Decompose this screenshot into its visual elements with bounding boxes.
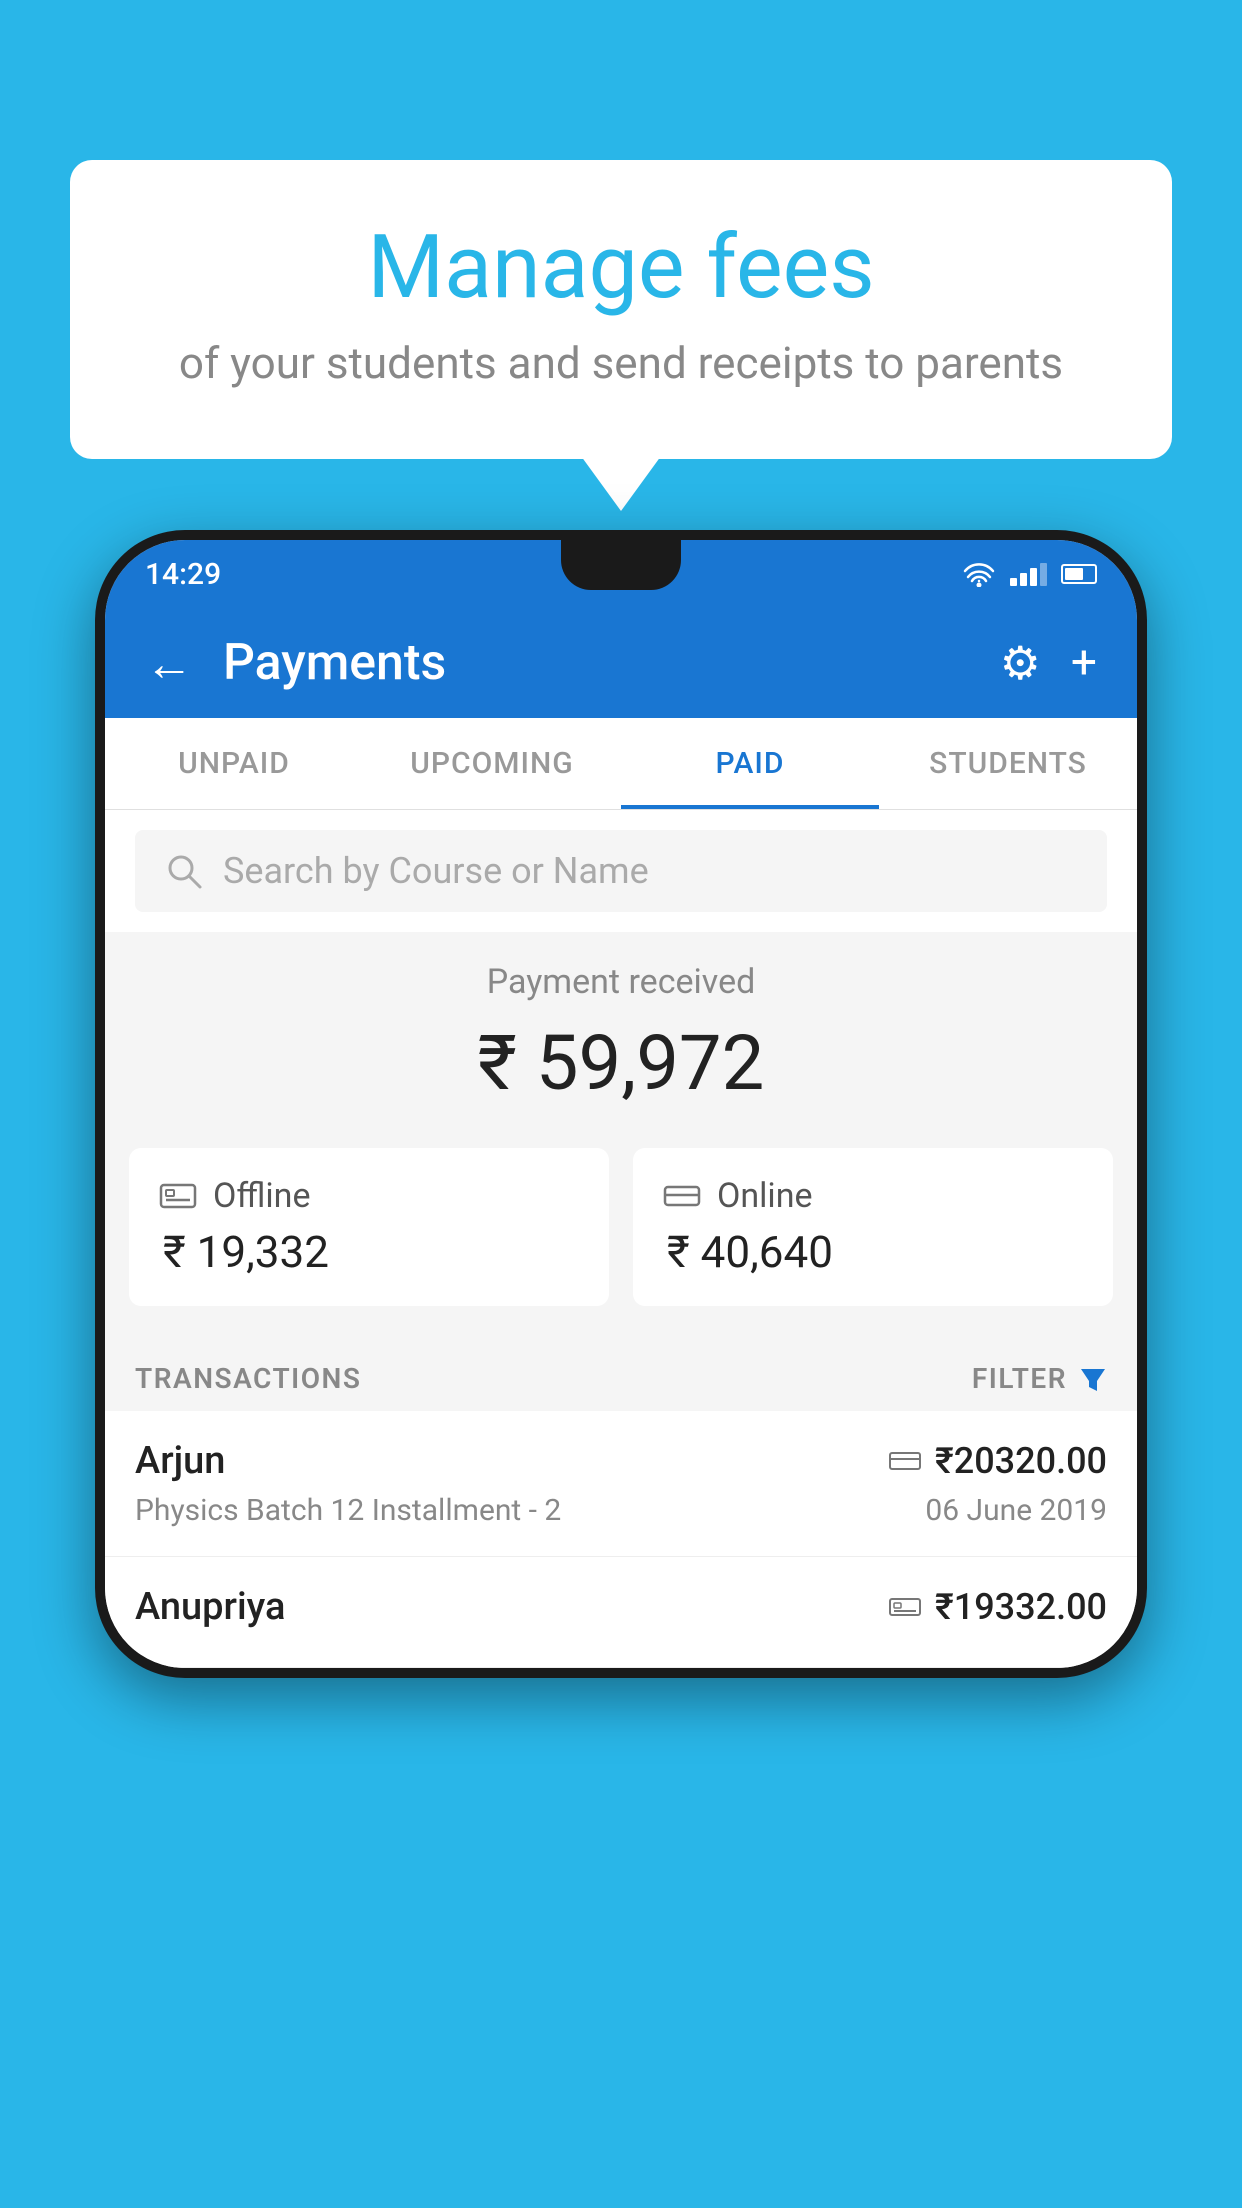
phone-wrapper: 14:29 [95,530,1147,1678]
offline-label: Offline [213,1176,310,1216]
filter-label: FILTER [972,1362,1067,1395]
online-pay-icon [889,1450,921,1472]
payment-cards: Offline ₹ 19,332 Online ₹ 40,640 [105,1148,1137,1342]
payment-summary: Payment received ₹ 59,972 [105,932,1137,1148]
transactions-header: TRANSACTIONS FILTER [105,1342,1137,1411]
tabs-bar: UNPAID UPCOMING PAID STUDENTS [105,718,1137,810]
transaction-desc: Physics Batch 12 Installment - 2 [135,1493,561,1528]
search-bar[interactable]: Search by Course or Name [135,830,1107,912]
filter-icon [1079,1365,1107,1393]
status-icons [962,561,1097,587]
transaction-top: Arjun ₹20320.00 [135,1439,1107,1483]
battery-icon [1061,564,1097,584]
transaction-list: Arjun ₹20320.00 Physics Batch 12 Install… [105,1411,1137,1668]
table-row[interactable]: Anupriya ₹19332.00 [105,1557,1137,1668]
offline-pay-icon [889,1596,921,1618]
offline-amount: ₹ 19,332 [159,1226,579,1278]
transaction-date: 06 June 2019 [925,1493,1107,1528]
online-amount: ₹ 40,640 [663,1226,1083,1278]
search-container: Search by Course or Name [105,810,1137,932]
tab-upcoming[interactable]: UPCOMING [363,718,621,809]
header-title: Payments [223,634,1000,692]
offline-icon [159,1181,197,1211]
signal-icon [1010,563,1047,586]
bubble-title: Manage fees [150,220,1092,317]
settings-icon[interactable]: ⚙ [1000,636,1041,691]
payment-received-label: Payment received [145,962,1097,1002]
add-icon[interactable]: + [1071,636,1097,690]
app-header: ← Payments ⚙ + [105,608,1137,718]
table-row[interactable]: Arjun ₹20320.00 Physics Batch 12 Install… [105,1411,1137,1557]
status-time: 14:29 [145,557,221,592]
online-card: Online ₹ 40,640 [633,1148,1113,1306]
transaction-amount: ₹20320.00 [935,1440,1107,1482]
online-icon [663,1181,701,1211]
offline-card: Offline ₹ 19,332 [129,1148,609,1306]
offline-card-header: Offline [159,1176,579,1216]
transactions-label: TRANSACTIONS [135,1362,361,1395]
tab-students[interactable]: STUDENTS [879,718,1137,809]
wifi-icon [962,561,996,587]
phone-device: 14:29 [95,530,1147,1678]
speech-bubble: Manage fees of your students and send re… [70,160,1172,459]
status-bar: 14:29 [105,540,1137,608]
transaction-amount: ₹19332.00 [935,1586,1107,1628]
transaction-name: Anupriya [135,1585,285,1629]
transaction-amount-wrap: ₹20320.00 [889,1440,1107,1482]
phone-screen: 14:29 [105,540,1137,1668]
transaction-bottom: Physics Batch 12 Installment - 2 06 June… [135,1493,1107,1528]
search-placeholder: Search by Course or Name [223,850,649,892]
speech-bubble-container: Manage fees of your students and send re… [70,160,1172,459]
tab-paid[interactable]: PAID [621,718,879,809]
transaction-amount-wrap: ₹19332.00 [889,1586,1107,1628]
online-label: Online [717,1176,813,1216]
back-button[interactable]: ← [145,635,193,692]
tab-unpaid[interactable]: UNPAID [105,718,363,809]
bubble-subtitle: of your students and send receipts to pa… [150,337,1092,389]
transaction-name: Arjun [135,1439,225,1483]
phone-notch [561,540,681,590]
payment-amount: ₹ 59,972 [145,1018,1097,1108]
search-icon [165,852,203,890]
header-actions: ⚙ + [1000,636,1097,691]
filter-button[interactable]: FILTER [972,1362,1107,1395]
online-card-header: Online [663,1176,1083,1216]
transaction-top: Anupriya ₹19332.00 [135,1585,1107,1629]
